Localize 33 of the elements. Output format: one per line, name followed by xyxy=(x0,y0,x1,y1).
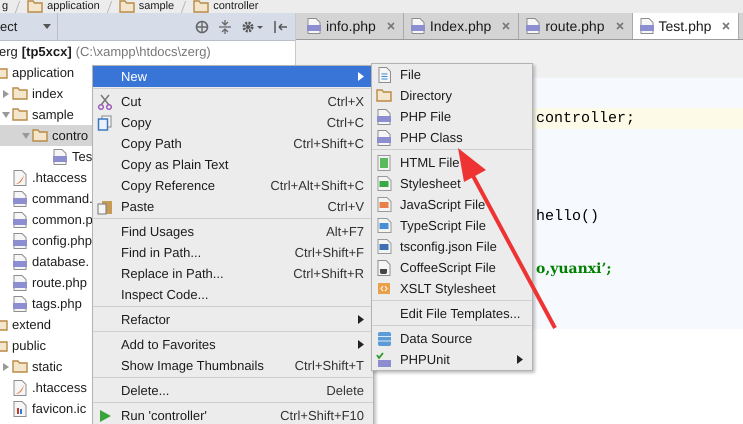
code-line: o,yuanxi’; xyxy=(536,260,612,276)
file-name: extend xyxy=(12,317,52,332)
file-name: .htaccess xyxy=(32,170,87,185)
code-line: hello() xyxy=(536,208,600,225)
shortcut-text: Ctrl+Shift+F10 xyxy=(279,408,364,423)
file-name: public xyxy=(12,338,46,353)
file-name: .htaccess xyxy=(32,380,87,395)
file-name: index xyxy=(32,86,64,101)
file-name: contro xyxy=(52,128,88,143)
code-line: controller; xyxy=(536,110,636,127)
file-name: common.p xyxy=(32,212,93,227)
file-name: Tes xyxy=(72,149,92,164)
file-name: command. xyxy=(32,191,93,206)
shortcut-text: Ctrl+X xyxy=(326,94,364,109)
file-name: database. xyxy=(32,254,90,269)
file-name: favicon.ic xyxy=(32,401,86,416)
file-name: config.php xyxy=(32,233,92,248)
file-name: application xyxy=(12,65,74,80)
shortcut-text: Ctrl+V xyxy=(326,199,364,214)
shortcut-text: Ctrl+C xyxy=(326,115,364,130)
project-path: (C:\xampp\htdocs\zerg) xyxy=(76,44,211,59)
shortcut-text: Ctrl+Shift+T xyxy=(294,358,364,373)
file-name: tags.php xyxy=(32,296,82,311)
file-name: route.php xyxy=(32,275,87,290)
shortcut-text: Alt+F7 xyxy=(325,224,364,239)
module-name: [tp5xcx] xyxy=(22,44,72,59)
shortcut-text: Delete xyxy=(325,383,364,398)
shortcut-text: Ctrl+Shift+C xyxy=(292,136,364,151)
shortcut-text: Ctrl+Alt+Shift+C xyxy=(269,178,364,193)
file-name: sample xyxy=(32,107,74,122)
shortcut-text: Ctrl+Shift+R xyxy=(292,266,364,281)
file-name: static xyxy=(32,359,62,374)
shortcut-text: Ctrl+Shift+F xyxy=(294,245,364,260)
